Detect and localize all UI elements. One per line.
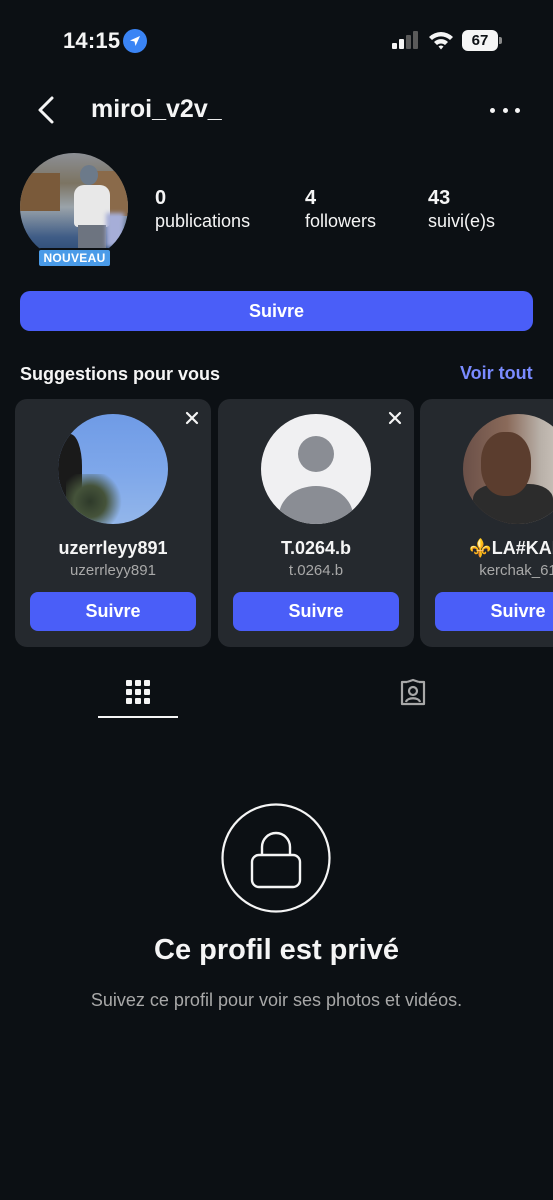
suggestion-follow-button[interactable]: Suivre [435, 592, 553, 631]
location-arrow-icon [123, 29, 147, 53]
stat-following-count: 43 [428, 187, 451, 209]
private-profile-description: Suivez ce profil pour voir ses photos et… [90, 990, 463, 1010]
private-profile-title: Ce profil est privé [154, 934, 399, 966]
status-time: 14:15 [63, 28, 121, 53]
tagged-icon [400, 678, 426, 706]
lock-icon [221, 803, 331, 913]
stat-following-label: suivi(e)s [428, 211, 496, 231]
stat-following[interactable]: 43 suivi(e)s [428, 186, 495, 232]
follow-button[interactable]: Suivre [20, 291, 533, 331]
back-chevron-icon[interactable] [32, 94, 60, 126]
grid-icon [126, 680, 150, 704]
suggestion-card[interactable]: ⚜️LA#KAIII kerchak_61 Suivre [420, 399, 553, 647]
profile-username: miroi_v2v_ [91, 95, 222, 123]
suggestion-follow-button[interactable]: Suivre [233, 592, 399, 631]
suggestion-avatar[interactable] [463, 414, 553, 524]
active-tab-indicator [98, 716, 178, 718]
profile-avatar[interactable] [20, 153, 128, 261]
suggestion-name: T.0264.b [280, 538, 352, 558]
battery-indicator: 67 [462, 30, 502, 51]
suggestions-title: Suggestions pour vous [20, 364, 221, 384]
suggestions-carousel[interactable]: uzerrleyy891 uzerrleyy891 Suivre T.0264.… [0, 399, 553, 647]
see-all-link[interactable]: Voir tout [460, 363, 533, 384]
new-account-badge: NOUVEAU [37, 248, 112, 268]
default-avatar-icon[interactable] [261, 414, 371, 524]
suggestion-card[interactable]: T.0264.b t.0264.b Suivre [218, 399, 414, 647]
stat-followers[interactable]: 4 followers [305, 186, 376, 232]
suggestion-username: t.0264.b [288, 562, 344, 579]
stat-publications[interactable]: 0 publications [155, 186, 250, 232]
stat-followers-count: 4 [305, 187, 317, 209]
tab-tagged[interactable] [373, 676, 453, 718]
stat-followers-label: followers [305, 211, 377, 231]
suggestion-follow-button[interactable]: Suivre [30, 592, 196, 631]
battery-nub [499, 37, 502, 44]
suggestion-name: ⚜️LA#KAIII [469, 538, 553, 558]
suggestion-username: uzerrleyy891 [70, 562, 156, 579]
suggestion-card[interactable]: uzerrleyy891 uzerrleyy891 Suivre [15, 399, 211, 647]
stat-publications-count: 0 [155, 187, 167, 209]
dismiss-close-icon[interactable] [185, 411, 199, 425]
dismiss-close-icon[interactable] [388, 411, 402, 425]
more-options-icon[interactable] [490, 98, 520, 122]
suggestion-username: kerchak_61 [479, 562, 553, 579]
status-bar: 14:15 67 [0, 0, 553, 80]
profile-header: miroi_v2v_ [0, 80, 553, 140]
tab-posts-grid[interactable] [98, 676, 178, 718]
cellular-signal-icon [392, 31, 418, 49]
suggestion-name: uzerrleyy891 [58, 538, 168, 558]
suggestion-avatar[interactable] [58, 414, 168, 524]
wifi-icon [429, 32, 453, 50]
battery-level: 67 [462, 30, 498, 51]
stat-publications-label: publications [155, 211, 251, 231]
